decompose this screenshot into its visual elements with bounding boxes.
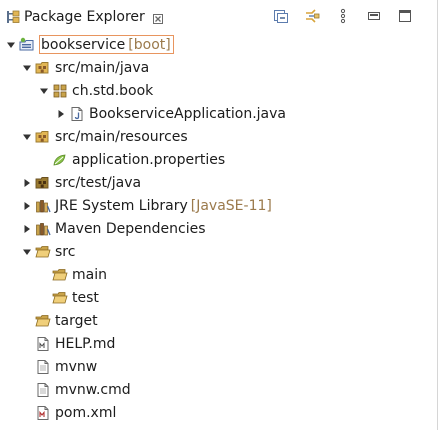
jre-label: JRE System Library xyxy=(55,197,188,214)
project-label-selection: bookservice [boot] xyxy=(39,35,174,54)
view-tab-bar: Package Explorer xyxy=(0,0,437,34)
tree-row-src-main-java[interactable]: src/main/java xyxy=(0,56,437,79)
text-file-icon xyxy=(35,382,51,398)
library-icon xyxy=(35,198,51,214)
pom-label: pom.xml xyxy=(55,404,117,421)
collapse-all-icon[interactable] xyxy=(271,6,291,26)
tree-row-app-props[interactable]: application.properties xyxy=(0,148,437,171)
chevron-down-icon[interactable] xyxy=(21,62,33,74)
folder-open-icon xyxy=(52,267,68,283)
target-label: target xyxy=(55,312,98,329)
tab-label: Package Explorer xyxy=(24,8,145,25)
folder-open-icon xyxy=(35,244,51,260)
tree-row-src-main-resources[interactable]: src/main/resources xyxy=(0,125,437,148)
text-file-icon xyxy=(35,359,51,375)
source-folder-icon xyxy=(35,129,51,145)
chevron-right-icon[interactable] xyxy=(55,108,67,120)
close-icon[interactable] xyxy=(152,12,163,24)
tree-row-app-class[interactable]: BookserviceApplication.java xyxy=(0,102,437,125)
tree-row-package[interactable]: ch.std.book xyxy=(0,79,437,102)
tree-row-mvnw[interactable]: mvnw xyxy=(0,355,437,378)
main-label: main xyxy=(72,266,107,283)
project-tree: bookservice [boot] src/main/java ch.std.… xyxy=(0,33,437,424)
chevron-right-icon[interactable] xyxy=(21,200,33,212)
help-label: HELP.md xyxy=(55,335,116,352)
folder-open-icon xyxy=(35,313,51,329)
src-label: src xyxy=(55,243,76,260)
package-explorer-view: Package Explorer bookservice [boot] src/… xyxy=(0,0,438,430)
chevron-down-icon[interactable] xyxy=(21,246,33,258)
tree-row-jre[interactable]: JRE System Library [JavaSE-11] xyxy=(0,194,437,217)
src-main-resources-label: src/main/resources xyxy=(55,128,188,145)
test-label: test xyxy=(72,289,99,306)
markdown-file-icon xyxy=(35,336,51,352)
chevron-right-icon[interactable] xyxy=(21,223,33,235)
maximize-icon[interactable] xyxy=(395,6,415,26)
package-explorer-icon xyxy=(5,9,21,25)
minimize-icon[interactable] xyxy=(364,6,384,26)
link-with-editor-icon[interactable] xyxy=(302,6,322,26)
folder-open-icon xyxy=(52,290,68,306)
tree-row-help[interactable]: HELP.md xyxy=(0,332,437,355)
project-decoration: [boot] xyxy=(128,36,171,53)
chevron-right-icon[interactable] xyxy=(21,177,33,189)
mvnw-cmd-label: mvnw.cmd xyxy=(55,381,131,398)
spring-leaf-icon xyxy=(52,152,68,168)
tree-row-main[interactable]: main xyxy=(0,263,437,286)
tree-row-src[interactable]: src xyxy=(0,240,437,263)
view-toolbar xyxy=(260,6,415,26)
java-file-icon xyxy=(69,106,85,122)
library-icon xyxy=(35,221,51,237)
maven-label: Maven Dependencies xyxy=(55,220,206,237)
src-main-java-label: src/main/java xyxy=(55,59,150,76)
project-label: bookservice xyxy=(41,36,126,53)
tree-row-target[interactable]: target xyxy=(0,309,437,332)
mvnw-label: mvnw xyxy=(55,358,98,375)
tree-row-test[interactable]: test xyxy=(0,286,437,309)
chevron-down-icon[interactable] xyxy=(21,131,33,143)
tree-row-maven[interactable]: Maven Dependencies xyxy=(0,217,437,240)
tree-row-mvnw-cmd[interactable]: mvnw.cmd xyxy=(0,378,437,401)
chevron-down-icon[interactable] xyxy=(38,85,50,97)
maven-pom-icon xyxy=(35,405,51,421)
tree-row-src-test-java[interactable]: src/test/java xyxy=(0,171,437,194)
tree-row-project[interactable]: bookservice [boot] xyxy=(0,33,437,56)
source-folder-icon xyxy=(35,60,51,76)
package-label: ch.std.book xyxy=(72,82,154,99)
tree-row-pom[interactable]: pom.xml xyxy=(0,401,437,424)
chevron-down-icon[interactable] xyxy=(5,39,17,51)
app-props-label: application.properties xyxy=(72,151,226,168)
src-test-java-label: src/test/java xyxy=(55,174,142,191)
source-folder-icon xyxy=(35,175,51,191)
app-class-label: BookserviceApplication.java xyxy=(89,105,286,122)
package-icon xyxy=(52,83,68,99)
tab-package-explorer[interactable]: Package Explorer xyxy=(0,0,171,33)
view-menu-icon[interactable] xyxy=(333,6,353,26)
jre-decoration: [JavaSE-11] xyxy=(190,197,272,214)
boot-project-icon xyxy=(19,37,35,53)
